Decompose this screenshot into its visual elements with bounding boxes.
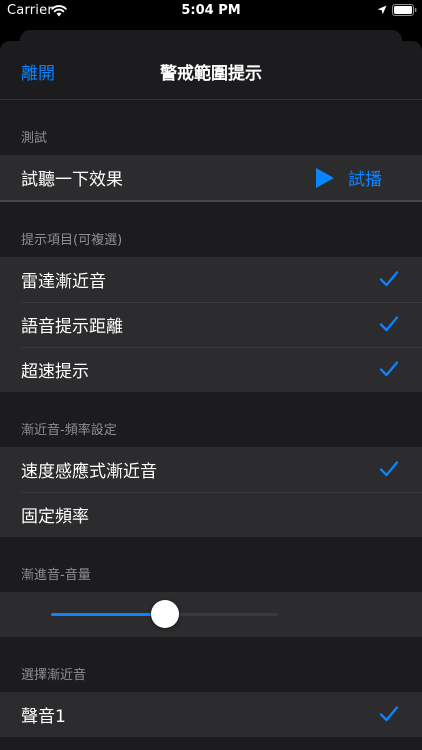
frequency-group: 速度感應式漸近音 固定頻率 [0, 447, 422, 537]
battery-icon [392, 4, 417, 16]
sound-option-row[interactable]: 聲音1 [0, 692, 422, 737]
location-arrow-icon [377, 5, 387, 15]
checkmark-icon [379, 461, 399, 477]
alert-option-label: 雷達漸近音 [21, 272, 106, 292]
alerts-group: 雷達漸近音 語音提示距離 超速提示 [0, 257, 422, 392]
preview-row-label: 試聽一下效果 [21, 170, 123, 190]
frequency-option-label: 速度感應式漸近音 [21, 462, 157, 482]
status-time: 5:04 PM [181, 3, 241, 18]
status-bar: Carrier 5:04 PM [0, 0, 422, 24]
checkmark-icon [379, 706, 399, 722]
checkmark-icon [379, 271, 399, 287]
section-header-sound-label: 選擇漸近音 [21, 668, 87, 683]
page-title: 警戒範圍提示 [160, 64, 262, 84]
volume-slider-track[interactable] [51, 600, 278, 628]
sound-group: 聲音1 [0, 692, 422, 737]
volume-slider-row [0, 592, 422, 637]
frequency-option-row[interactable]: 速度感應式漸近音 [0, 447, 422, 492]
checkmark-icon [379, 361, 399, 377]
test-group: 試聽一下效果 試播 [0, 155, 422, 202]
play-icon [316, 167, 334, 188]
navigation-bar: 離開 警戒範圍提示 [0, 41, 422, 100]
checkmark-icon [379, 316, 399, 332]
play-button[interactable]: 試播 [316, 165, 382, 190]
alert-option-label: 超速提示 [21, 362, 89, 382]
play-button-label: 試播 [348, 170, 382, 190]
section-header-test-label: 測試 [21, 131, 48, 146]
section-header-frequency-label: 漸近音-頻率設定 [21, 423, 117, 438]
section-header-frequency: 漸近音-頻率設定 [0, 392, 422, 447]
volume-slider-thumb[interactable] [150, 600, 179, 628]
section-header-sound: 選擇漸近音 [0, 637, 422, 692]
alert-option-row[interactable]: 超速提示 [0, 347, 422, 392]
alert-option-row[interactable]: 雷達漸近音 [0, 257, 422, 302]
section-header-test: 測試 [0, 100, 422, 155]
section-header-volume: 漸進音-音量 [0, 537, 422, 592]
frequency-option-row[interactable]: 固定頻率 [0, 492, 422, 537]
section-header-alerts-label: 提示項目(可複選) [21, 233, 123, 248]
sound-option-label: 聲音1 [21, 707, 66, 727]
section-header-volume-label: 漸進音-音量 [21, 568, 91, 583]
volume-slider-fill [51, 613, 165, 616]
settings-sheet: 離開 警戒範圍提示 測試 試聽一下效果 試播 提示項目(可複選) 雷達漸近音 語… [0, 41, 422, 750]
alert-option-row[interactable]: 語音提示距離 [0, 302, 422, 347]
frequency-option-label: 固定頻率 [21, 507, 89, 527]
preview-row: 試聽一下效果 試播 [0, 155, 422, 200]
alert-option-label: 語音提示距離 [21, 317, 123, 337]
section-header-alerts: 提示項目(可複選) [0, 202, 422, 257]
